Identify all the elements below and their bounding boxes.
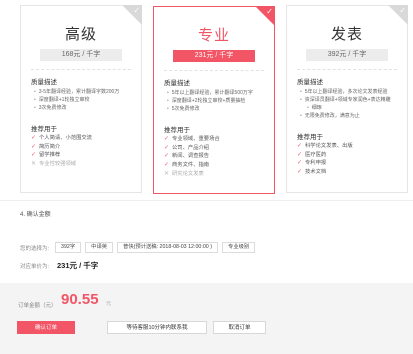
check-icon: ✓ — [266, 7, 273, 16]
quality-list: 5年以上翻译经验，多次论文发表经验 资深译员翻译+领域专家润色+表达精雕 细琢 … — [300, 88, 401, 120]
use-item: ✓ 医疗医药 — [297, 151, 403, 160]
plan-options: ✓ 高级 168元 / 千字 质量描述 3-5年翻译经验，累计翻译字数200万 … — [20, 0, 412, 196]
plan-price: 168元 / 千字 — [40, 49, 122, 61]
plan-title: 专业 — [197, 27, 230, 44]
check-icon: ✓ — [164, 153, 170, 160]
quality-item: 无限免费修改，满意为止 — [300, 112, 401, 120]
quality-item: 3-5年翻译经验，累计翻译字数200万 — [34, 88, 135, 96]
check-icon: ✓ — [297, 151, 303, 158]
use-label: 科学论文发表、出版 — [305, 143, 353, 149]
unit-price-value: 231元 / 千字 — [57, 261, 99, 270]
use-label: 专业性较强领域 — [39, 161, 77, 168]
uses-title: 推荐用于 — [31, 126, 57, 133]
check-icon: ✓ — [133, 6, 140, 15]
quality-item: 深度翻译+2轮独立审校+质量抽检 — [167, 97, 268, 105]
confirm-order-button[interactable]: 确认订单 — [17, 321, 75, 334]
use-label: 个人简请、小范围交流 — [39, 135, 92, 141]
use-label: 简历简介 — [39, 143, 61, 150]
divider — [297, 69, 397, 70]
quality-list: 3-5年翻译经验，累计翻译字数200万 深度翻译+1轮独立审校 3次免费修改 — [34, 88, 135, 112]
use-item: ✓ 新闻、调查报告 — [164, 152, 270, 161]
use-item: ✓ 专利申报 — [297, 159, 403, 168]
amount-value: 90.55 — [61, 291, 99, 308]
check-icon: ✓ — [164, 162, 170, 169]
divider — [164, 70, 264, 71]
cross-icon: ✕ — [31, 161, 37, 168]
cancel-order-button[interactable]: 取消订单 — [213, 321, 266, 334]
quality-item: 资深译员翻译+领域专家润色+表达精雕 — [300, 96, 401, 104]
use-item: ✓ 简历简介 — [31, 143, 137, 152]
use-label: 研究论文发表 — [172, 170, 204, 177]
check-icon: ✓ — [164, 136, 170, 142]
tag-language-pair: 中译英 — [85, 242, 114, 253]
quality-title: 质量描述 — [31, 79, 57, 86]
use-item: ✕ 研究论文发表 — [164, 170, 270, 179]
use-item: ✕ 专业性较强领域 — [31, 160, 137, 169]
check-icon: ✓ — [31, 152, 37, 159]
step-title: 4. 确认金额 — [20, 212, 51, 218]
use-label: 医疗医药 — [305, 151, 327, 158]
uses-list: ✓ 专业领域、重要场合 ✓ 公司、产品介绍 ✓ 新闻、调查报告 ✓ 商务文件、指南 ✕ 研… — [164, 135, 270, 179]
selection-tags: 392字 中译英 普快(预计送稿: 2018-08-03 12:00:00 ) … — [55, 242, 256, 253]
plan-price: 231元 / 千字 — [173, 50, 255, 62]
use-item: ✓ 技术文档 — [297, 168, 403, 177]
uses-title: 推荐用于 — [297, 134, 323, 141]
quality-item: 3次免费修改 — [34, 104, 135, 112]
plan-title: 发表 — [330, 26, 363, 43]
plan-card-advanced[interactable]: ✓ 高级 168元 / 千字 质量描述 3-5年翻译经验，累计翻译字数200万 … — [20, 5, 142, 193]
quality-item: 5次免费修改 — [167, 105, 268, 113]
check-icon: ✓ — [164, 144, 170, 151]
tag-delivery: 普快(预计送稿: 2018-08-03 12:00:00 ) — [117, 242, 218, 253]
use-item: ✓ 个人简请、小范围交流 — [31, 134, 137, 143]
quality-item-continued: 细琢 — [311, 105, 322, 111]
tag-word-count: 392字 — [55, 242, 82, 253]
quality-item: 5年以上翻译经验，多次论文发表经验 — [300, 88, 401, 96]
check-icon: ✓ — [399, 6, 406, 15]
plan-title: 高级 — [64, 26, 97, 43]
uses-list: ✓ 科学论文发表、出版 ✓ 医疗医药 ✓ 专利申报 ✓ 技术文档 — [297, 142, 403, 177]
uses-list: ✓ 个人简请、小范围交流 ✓ 简历简介 ✓ 留学推荐 ✕ 专业性较强领域 — [31, 134, 137, 169]
use-label: 专利申报 — [305, 160, 327, 167]
uses-title: 推荐用于 — [164, 127, 190, 134]
quality-item: 5年以上翻译经验，累计翻译500万字 — [167, 89, 268, 97]
section-divider — [0, 200, 413, 201]
use-item: ✓ 专业领域、重要场合 — [164, 135, 270, 144]
quality-item: 细琢 — [300, 104, 401, 112]
request-contact-button[interactable]: 等待客服10分钟内联系我 — [107, 321, 207, 334]
quality-item: 深度翻译+1轮独立审校 — [34, 96, 135, 104]
use-item: ✓ 公司、产品介绍 — [164, 144, 270, 153]
check-icon: ✓ — [297, 160, 303, 167]
plan-card-publication[interactable]: ✓ 发表 392元 / 千字 质量描述 5年以上翻译经验，多次论文发表经验 资深… — [286, 5, 408, 193]
quality-title: 质量描述 — [297, 79, 323, 86]
amount-label: 订单金额（元） — [18, 303, 57, 309]
quality-list: 5年以上翻译经验，累计翻译500万字 深度翻译+2轮独立审校+质量抽检 5次免费… — [167, 89, 268, 113]
use-item: ✓ 科学论文发表、出版 — [297, 142, 403, 151]
use-label: 新闻、调查报告 — [172, 153, 210, 160]
check-icon: ✓ — [297, 143, 303, 149]
check-icon: ✓ — [31, 135, 37, 141]
amount-unit: 元 — [106, 301, 112, 307]
plan-card-professional[interactable]: ✓ 专业 231元 / 千字 质量描述 5年以上翻译经验，累计翻译500万字 深… — [153, 6, 275, 194]
selection-label: 您的选择为: — [20, 246, 50, 252]
use-label: 专业领域、重要场合 — [172, 136, 220, 142]
use-label: 留学推荐 — [39, 152, 61, 159]
check-icon: ✓ — [297, 169, 303, 176]
order-summary: 订单金额（元） 90.55 元 确认订单 等待客服10分钟内联系我 取消订单 — [0, 283, 413, 354]
check-icon: ✓ — [31, 143, 37, 150]
use-label: 商务文件、指南 — [172, 162, 210, 169]
cross-icon: ✕ — [164, 170, 170, 177]
quality-title: 质量描述 — [164, 80, 190, 87]
use-item: ✓ 留学推荐 — [31, 151, 137, 160]
use-label: 技术文档 — [305, 169, 327, 176]
unit-price-label: 对应单价为: — [20, 264, 50, 270]
plan-price: 392元 / 千字 — [306, 49, 388, 61]
use-item: ✓ 商务文件、指南 — [164, 161, 270, 170]
divider — [31, 69, 131, 70]
tag-level: 专业级别 — [221, 242, 256, 253]
use-label: 公司、产品介绍 — [172, 144, 210, 151]
